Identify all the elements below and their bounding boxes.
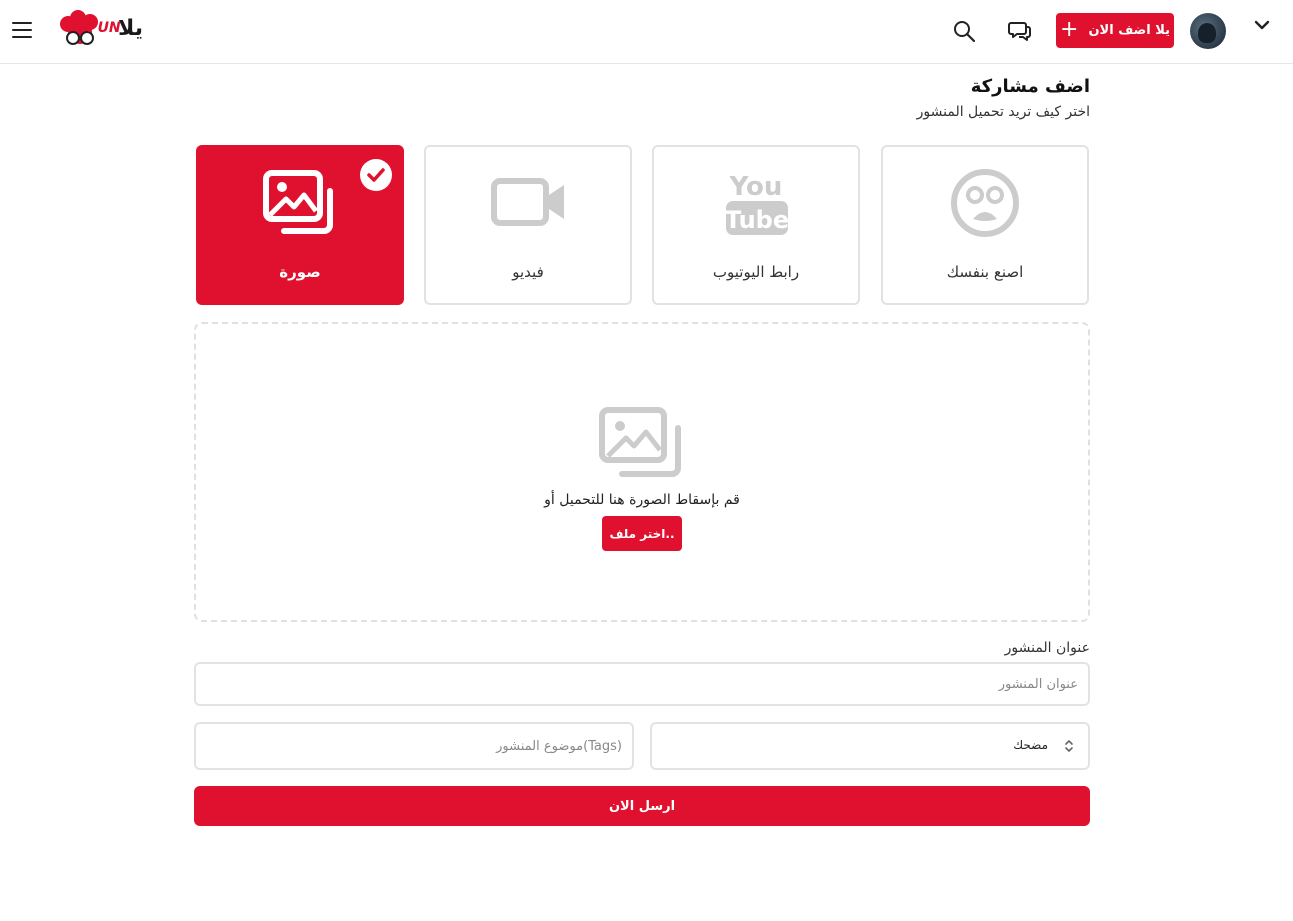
logo-fun-text: FUN (88, 20, 121, 36)
plus-icon: + (1060, 16, 1079, 42)
post-type-video-label: فيديو (512, 263, 544, 281)
add-post-now-label: يلا اضف الان (1088, 23, 1170, 38)
post-type-youtube-label: رابط اليوتيوب (712, 263, 800, 281)
post-title-input[interactable] (194, 662, 1090, 706)
post-type-make-yourself[interactable]: اصنع بنفسك (881, 145, 1089, 305)
post-tags-input[interactable] (194, 722, 634, 770)
meme-face-icon (951, 169, 1019, 237)
image-icon (263, 170, 333, 234)
chevron-down-icon[interactable] (1253, 18, 1271, 32)
add-post-now-button[interactable]: + يلا اضف الان (1056, 13, 1174, 48)
page-subtitle: اختر كيف تريد تحميل المنشور (916, 104, 1090, 120)
post-type-image[interactable]: صورة (196, 145, 404, 305)
top-navbar: FUN يلا + يلا اضف الان (0, 0, 1293, 64)
page-title: اضف مشاركة (970, 76, 1090, 97)
menu-icon[interactable] (12, 22, 32, 40)
svg-text:You: You (729, 172, 783, 202)
post-title-label: عنوان المنشور (1004, 640, 1090, 656)
choose-file-button[interactable]: اختر ملف.. (602, 516, 682, 551)
logo-brand-text: يلا (118, 16, 144, 41)
image-placeholder-icon (599, 407, 681, 477)
search-icon[interactable] (952, 19, 976, 43)
post-type-image-label: صورة (279, 263, 321, 281)
category-selected-value: مضحك (1013, 738, 1048, 752)
user-avatar[interactable] (1190, 13, 1226, 49)
select-arrows-icon (1065, 740, 1073, 752)
selected-check-icon (360, 159, 392, 191)
post-type-youtube[interactable]: You Tube رابط اليوتيوب (652, 145, 860, 305)
dropzone-instructions: قم بإسقاط الصورة هنا للتحميل أو (544, 492, 740, 508)
submit-post-button[interactable]: ارسل الان (194, 786, 1090, 826)
chat-icon[interactable] (1008, 19, 1032, 43)
video-icon (491, 178, 564, 226)
youtube-icon: You Tube (725, 172, 789, 235)
image-dropzone[interactable]: قم بإسقاط الصورة هنا للتحميل أو اختر ملف… (194, 322, 1090, 622)
category-select[interactable]: مضحك (650, 722, 1090, 770)
post-type-video[interactable]: فيديو (424, 145, 632, 305)
site-logo[interactable]: FUN يلا (58, 10, 162, 50)
post-type-make-yourself-label: اصنع بنفسك (946, 263, 1024, 281)
svg-text:Tube: Tube (725, 206, 789, 234)
